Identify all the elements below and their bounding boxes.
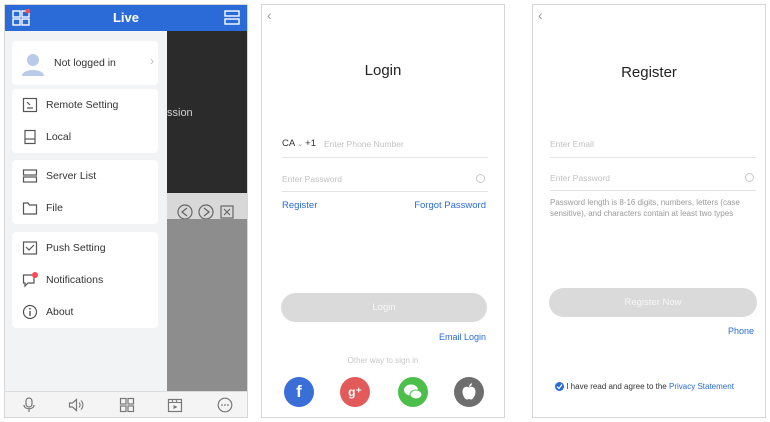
register-button[interactable]: Register Now [549,288,757,317]
live-top-bar: Live [5,5,247,31]
country-selector[interactable]: CA ⌄ +1 [282,138,316,149]
speaker-icon[interactable] [68,397,84,413]
page-title: Register [621,64,677,81]
device-list-icon[interactable] [223,9,241,26]
privacy-statement-link[interactable]: Privacy Statement [669,382,734,391]
dial-code: +1 [305,138,316,149]
menu-item-local[interactable]: Local [12,121,158,153]
page-title: Live [112,10,139,25]
register-link[interactable]: Register [282,200,317,211]
show-password-icon[interactable] [745,173,754,182]
live-screen: Live ssion Not logged in › Remote Settin… [4,4,248,418]
country-code: CA [282,138,295,149]
password-input[interactable]: Enter Password [282,174,342,184]
menu-group-1: Remote Setting Local [12,89,158,153]
email-login-link[interactable]: Email Login [439,332,486,342]
password-field-underline [282,191,488,192]
next-arrow-icon[interactable] [198,204,214,220]
close-pane-icon[interactable] [219,204,235,220]
notifications-icon [22,272,38,288]
phone-register-link[interactable]: Phone [728,326,754,336]
about-icon [22,304,38,320]
menu-item-remote-setting[interactable]: Remote Setting [12,89,158,121]
menu-item-notifications[interactable]: Notifications [12,264,158,296]
menu-item-about[interactable]: About [12,296,158,328]
menu-item-push-setting[interactable]: Push Setting [12,232,158,264]
microphone-icon[interactable] [21,397,37,413]
back-arrow-icon[interactable]: ‹ [267,7,272,23]
grid-layout-icon[interactable] [119,397,135,413]
apple-icon[interactable] [454,377,484,407]
other-ways-label: Other way to sign in [347,356,419,365]
user-card[interactable]: Not logged in › [12,41,158,85]
menu-label: Push Setting [46,242,106,254]
menu-label: File [46,202,63,214]
agreement-row: I have read and agree to the Privacy Sta… [555,382,734,392]
google-plus-icon[interactable]: g⁺ [340,377,370,407]
login-status-label: Not logged in [54,57,116,69]
remote-setting-icon [22,97,38,113]
side-drawer: Not logged in › Remote Setting Local Ser… [5,31,167,393]
email-field-underline [550,157,756,158]
back-arrow-icon[interactable]: ‹ [538,7,543,23]
bottom-toolbar [5,391,247,417]
chevron-down-icon: ⌄ [297,141,306,148]
phone-field-underline [282,157,488,158]
pane-controls [177,204,235,220]
playback-icon[interactable] [167,397,183,413]
phone-input[interactable]: Enter Phone Number [324,139,404,149]
more-icon[interactable] [217,397,233,413]
page-title: Login [364,62,402,79]
login-screen: ‹ Login CA ⌄ +1 Enter Phone Number Enter… [261,4,505,418]
facebook-icon[interactable]: f [284,377,314,407]
server-list-icon [22,168,38,184]
local-device-icon [22,129,38,145]
push-setting-icon [22,240,38,256]
video-overlay-text: ssion [167,107,193,119]
menu-label: Notifications [46,274,104,286]
menu-label: Server List [46,170,97,182]
email-input[interactable]: Enter Email [550,139,594,149]
wechat-icon[interactable] [398,377,428,407]
agree-text: I have read and agree to the [566,382,667,391]
chevron-right-icon: › [150,54,154,68]
login-button[interactable]: Login [281,293,487,322]
password-input[interactable]: Enter Password [550,173,610,183]
password-hint: Password length is 8-16 digits, numbers,… [550,198,740,218]
agree-checkbox[interactable] [555,382,564,392]
password-field-underline [550,190,756,191]
menu-item-file[interactable]: File [12,192,158,224]
menu-group-3: Push Setting Notifications About [12,232,158,328]
menu-label: About [46,306,74,318]
show-password-icon[interactable] [476,174,485,183]
avatar [21,51,45,77]
empty-pane[interactable] [167,219,247,393]
file-icon [22,200,38,216]
menu-group-2: Server List File [12,160,158,224]
prev-arrow-icon[interactable] [177,204,193,220]
menu-label: Remote Setting [46,99,119,111]
menu-item-server-list[interactable]: Server List [12,160,158,192]
register-screen: ‹ Register Enter Email Enter Password Pa… [532,4,766,418]
forgot-password-link[interactable]: Forgot Password [414,200,486,211]
menu-label: Local [46,131,72,143]
